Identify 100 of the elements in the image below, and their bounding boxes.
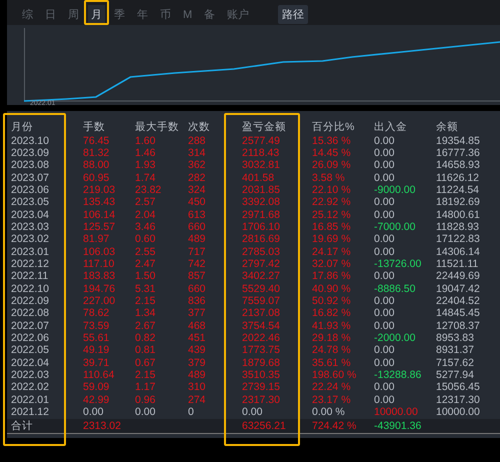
table-cell-text: 2022.46	[242, 332, 281, 344]
table-cell-text: 1.34	[135, 307, 156, 320]
column-header: 盈亏金额	[242, 121, 287, 134]
table-cell-text: 439	[188, 344, 207, 356]
table-cell-text: 17122.83	[436, 233, 481, 246]
table-cell-text: 489	[188, 369, 207, 382]
table-cell-text: 451	[188, 332, 207, 344]
table-cell-text: 22.92 %	[312, 196, 352, 208]
table-cell-text: 110.64	[83, 369, 116, 382]
table-cell-text: 0.00	[374, 233, 396, 246]
table-cell-text: 22449.69	[436, 270, 481, 282]
table-cell-text: 19047.42	[436, 282, 481, 295]
table-cell-text: 2023.04	[11, 208, 50, 221]
table-cell-text: 81.97	[83, 233, 110, 246]
table-cell-text: 0.82	[135, 332, 156, 344]
column-header: 次数	[188, 121, 211, 134]
table-cell-text: 10000.00	[436, 406, 481, 418]
table-cell-text: 2023.07	[11, 172, 50, 184]
table-cell-text: 0.00	[242, 406, 264, 418]
table-cell-text: 324	[188, 184, 207, 196]
table-cell-text: 88.00	[83, 159, 110, 172]
table-cell-text: 2022.01	[11, 394, 50, 406]
table-cell-text: 16.85 %	[312, 220, 352, 233]
table-cell-text: 11521.11	[436, 258, 480, 270]
table-cell-text: 724.42 %	[312, 420, 358, 432]
tab[interactable]: 日	[42, 5, 59, 24]
table-cell-text: 2022.02	[11, 381, 50, 394]
table-cell-text: 2022.06	[11, 332, 50, 344]
tab[interactable]: 备	[201, 5, 218, 24]
table-cell-text: 106.03	[83, 246, 116, 258]
table-cell-text: 2023.09	[11, 146, 50, 159]
table-cell-text: 0.00	[374, 381, 396, 394]
table-cell-text: 2785.03	[242, 246, 281, 258]
table-cell-text: 8931.37	[436, 344, 475, 356]
table-cell-text: 8953.83	[436, 332, 475, 344]
table-cell-text: 49.19	[83, 344, 110, 356]
table-cell-text: 2.57	[135, 196, 156, 208]
table-cell-text: 2022.12	[11, 258, 50, 270]
table-cell-text: 194.76	[83, 282, 116, 295]
table-cell-text: 310	[188, 381, 207, 394]
table-cell-text: 717	[188, 246, 207, 258]
table-cell-text: 1706.10	[242, 220, 281, 233]
table-cell-text: 3754.54	[242, 320, 281, 332]
table-cell-text: 18192.69	[436, 196, 481, 208]
table-cell-text: 合计	[11, 420, 34, 432]
table-cell-text: 17.86 %	[312, 270, 352, 282]
tab[interactable]: 季	[111, 5, 128, 24]
table-cell-text: 1.93	[135, 159, 156, 172]
table-cell-text: 2023.05	[11, 196, 50, 208]
table-cell-text: 0.00	[83, 406, 104, 418]
table-cell-text: 2816.69	[242, 233, 281, 246]
table-cell-text: 39.71	[83, 356, 110, 369]
table-cell-text: 2137.08	[242, 307, 281, 320]
table-cell-text: 0.00	[374, 270, 396, 282]
tab[interactable]: 币	[157, 5, 174, 24]
table-cell-text: 2022.08	[11, 307, 50, 320]
tab[interactable]: 账户	[224, 5, 252, 24]
table-cell-text: 1773.75	[242, 344, 281, 356]
table-cell-text: 857	[188, 270, 207, 282]
table-cell-text: 2023.06	[11, 184, 50, 196]
path-button[interactable]: 路径	[278, 5, 308, 24]
table-cell-text: 3510.35	[242, 369, 281, 382]
table-cell-text: 1.46	[135, 146, 156, 159]
column-header: 最大手数	[135, 121, 180, 134]
table-cell-text: 0.00	[374, 146, 396, 159]
table-cell-text: 2021.12	[11, 406, 50, 418]
table-cell-text: 11626.12	[436, 172, 480, 184]
table-cell-text: 660	[188, 282, 207, 295]
table-cell-text: 81.32	[83, 146, 110, 159]
table-cell-text: 2023.10	[11, 134, 50, 147]
table-cell-text: 11828.93	[436, 220, 480, 233]
table-cell-text: 78.62	[83, 307, 110, 320]
table-cell-text: 0.00	[374, 208, 396, 221]
table-cell-text: 742	[188, 258, 207, 270]
table-cell-text: 16.82 %	[312, 307, 352, 320]
tab[interactable]: 月	[88, 5, 105, 24]
table-cell-text: 15056.45	[436, 381, 481, 394]
table-cell-text: 5.31	[135, 282, 156, 295]
column-header: 手数	[83, 121, 106, 134]
table-cell-text: 0.00	[374, 344, 396, 356]
tab[interactable]: 年	[134, 5, 151, 24]
table-cell-text: 836	[188, 294, 207, 307]
table-cell-text: 362	[188, 159, 207, 172]
table-cell-text: 14306.14	[436, 246, 481, 258]
table-cell-text: -13288.86	[374, 369, 422, 382]
table-cell-text: 106.14	[83, 208, 116, 221]
table-cell-text: 24.78 %	[312, 344, 352, 356]
table-cell-text: 5529.40	[242, 282, 281, 295]
table-cell-text: 19.69 %	[312, 233, 352, 246]
table-cell-text: 2971.68	[242, 208, 281, 221]
table-cell-text: 55.61	[83, 332, 110, 344]
table-cell-text: 22.24 %	[312, 381, 352, 394]
table-cell-text: -7000.00	[374, 220, 416, 233]
table-cell-text: 2.55	[135, 246, 156, 258]
tab[interactable]: M	[180, 5, 196, 24]
table-cell-text: 0.00	[374, 159, 396, 172]
table-cell-text: 117.10	[83, 258, 116, 270]
table-cell-text: 10000.00	[374, 406, 419, 418]
tab[interactable]: 周	[65, 5, 82, 24]
tab[interactable]: 综	[19, 5, 36, 24]
